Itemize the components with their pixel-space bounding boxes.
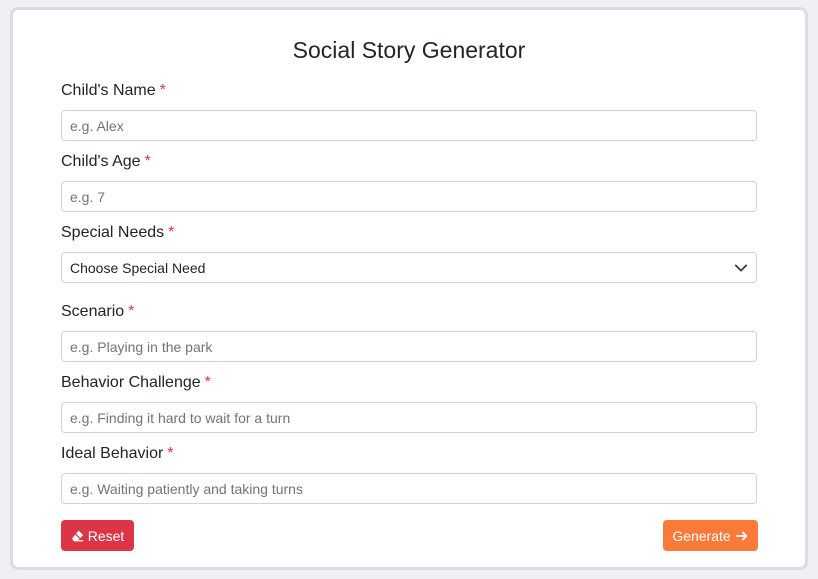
name-label: Child's Name * — [61, 82, 166, 100]
required-marker: * — [128, 303, 135, 320]
special-needs-selected: Choose Special Need — [70, 259, 206, 276]
behavior-challenge-label: Behavior Challenge * — [61, 374, 211, 392]
required-marker: * — [168, 224, 175, 241]
name-input[interactable] — [61, 110, 757, 141]
reset-button[interactable]: Reset — [61, 520, 134, 551]
scenario-label: Scenario * — [61, 303, 134, 321]
age-label-text: Child's Age — [61, 153, 141, 170]
age-label: Child's Age * — [61, 153, 151, 171]
required-marker: * — [204, 374, 211, 391]
ideal-behavior-label: Ideal Behavior * — [61, 445, 174, 463]
ideal-behavior-input[interactable] — [61, 473, 757, 504]
required-marker: * — [167, 445, 174, 462]
behavior-challenge-label-text: Behavior Challenge — [61, 374, 201, 391]
form-card: Social Story Generator Child's Name* Chi… — [10, 7, 808, 570]
special-needs-select[interactable]: Choose Special Need — [61, 252, 757, 283]
age-input[interactable] — [61, 181, 757, 212]
required-marker: * — [159, 82, 166, 99]
scenario-input[interactable] — [61, 331, 757, 362]
page-title: Social Story Generator — [292, 37, 526, 63]
name-label-text: Child's Name — [61, 82, 156, 99]
scenario-label-text: Scenario — [61, 303, 125, 320]
behavior-challenge-input[interactable] — [61, 402, 757, 433]
eraser-icon — [71, 529, 84, 542]
needs-label-text: Special Needs — [61, 224, 165, 241]
generate-button[interactable]: Generate — [663, 520, 758, 551]
chevron-down-icon — [734, 261, 748, 275]
required-marker: * — [144, 153, 151, 170]
reset-label: Reset — [87, 527, 125, 544]
arrow-right-icon — [735, 529, 749, 543]
generate-label: Generate — [672, 527, 731, 544]
needs-label: Special Needs * — [61, 224, 174, 242]
ideal-behavior-label-text: Ideal Behavior — [61, 445, 164, 462]
